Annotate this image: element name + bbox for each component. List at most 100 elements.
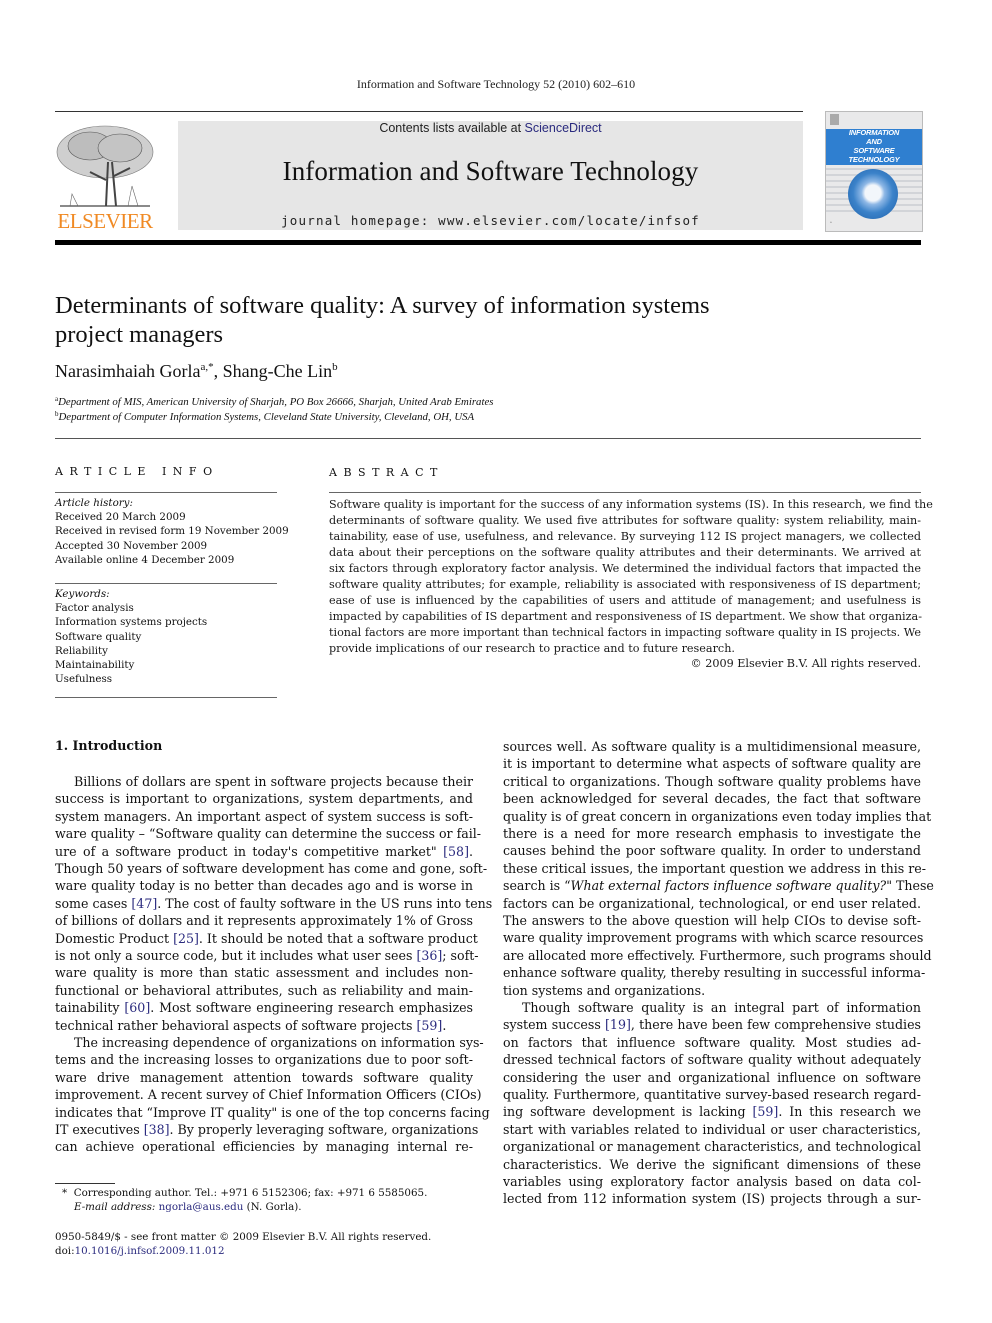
body-text-line: start with variables related to individu… bbox=[503, 1121, 921, 1138]
citation-link[interactable]: [38] bbox=[144, 1122, 170, 1137]
author-name[interactable]: Shang-Che Lin bbox=[223, 361, 333, 381]
citation-link[interactable]: [47] bbox=[131, 896, 157, 911]
body-text: variables using exploratory factor analy… bbox=[503, 1174, 921, 1189]
body-text-line: variables using exploratory factor analy… bbox=[503, 1173, 921, 1190]
keyword: Maintainability bbox=[55, 659, 135, 672]
body-text-line: tems and the increasing losses to organi… bbox=[55, 1051, 473, 1068]
body-text: quality is of great concern in organizat… bbox=[503, 808, 932, 824]
body-text-line: is not only a source code, but it includ… bbox=[55, 947, 479, 964]
article-info-bottom-rule bbox=[55, 697, 277, 698]
body-text-line: technical rather behavioral aspects of s… bbox=[55, 1017, 473, 1034]
email-suffix: (N. Gorla). bbox=[243, 1201, 302, 1213]
body-text: system managers. An important aspect of … bbox=[55, 808, 473, 824]
body-text: The increasing dependence of organizatio… bbox=[74, 1035, 484, 1050]
abstract-line: software quality attributes; for example… bbox=[329, 578, 921, 591]
body-text-line: can achieve operational efficiencies by … bbox=[55, 1138, 473, 1155]
email-label: E-mail address: bbox=[74, 1201, 156, 1213]
contents-line: Contents lists available at ScienceDirec… bbox=[178, 121, 803, 135]
body-text: ing software development is lacking bbox=[503, 1104, 753, 1120]
body-text: indicates that “Improve IT quality" is o… bbox=[55, 1104, 490, 1120]
body-text: Though 50 years of software development … bbox=[55, 861, 488, 876]
journal-cover-thumbnail[interactable]: INFORMATION AND SOFTWARE TECHNOLOGY ▫ bbox=[825, 111, 923, 232]
body-text: considering the user and organizational … bbox=[503, 1069, 921, 1085]
author-name[interactable]: Narasimhaiah Gorla bbox=[55, 361, 200, 381]
abstract-line: ease of use is influenced by the capabil… bbox=[329, 594, 921, 607]
article-title: Determinants of software quality: A surv… bbox=[55, 291, 815, 349]
body-text-line: Though software quality is an integral p… bbox=[503, 999, 921, 1016]
body-text: The answers to the above question will h… bbox=[503, 913, 921, 928]
elsevier-logo[interactable]: ELSEVIER bbox=[50, 122, 160, 233]
history-item: Received in revised form 19 November 200… bbox=[55, 525, 289, 538]
body-text: . bbox=[468, 843, 473, 859]
affiliation: aDepartment of MIS, American University … bbox=[55, 395, 493, 408]
body-text: system success bbox=[503, 1017, 606, 1033]
citation-link[interactable]: [36] bbox=[416, 948, 442, 963]
cover-publisher-mark: ▫ bbox=[830, 220, 832, 226]
body-text-line: been acknowledged for several decades, t… bbox=[503, 790, 921, 807]
sciencedirect-link[interactable]: ScienceDirect bbox=[525, 121, 602, 135]
abstract-line: Software quality is important for the su… bbox=[329, 498, 933, 511]
abstract-line: impacted by capabilities of IS departmen… bbox=[329, 610, 922, 623]
author-separator: , bbox=[213, 361, 223, 381]
citation-link[interactable]: [25] bbox=[173, 931, 199, 946]
body-text: success is important to organizations, s… bbox=[55, 791, 473, 807]
body-text: . Most software engineering research emp… bbox=[150, 1000, 473, 1016]
article-info-heading: ARTICLE INFO bbox=[55, 465, 219, 478]
body-text-line: Billions of dollars are spent in softwar… bbox=[55, 773, 473, 790]
footnote-rule bbox=[55, 1183, 115, 1184]
body-text: is not only a source code, but it includ… bbox=[55, 948, 417, 963]
body-text: " These bbox=[886, 878, 934, 894]
emphasized-question: What external factors influence software… bbox=[570, 878, 887, 894]
citation-link[interactable]: [19] bbox=[605, 1017, 631, 1032]
body-text: quality. Furthermore, quantitative surve… bbox=[503, 1087, 921, 1102]
cover-globe-icon bbox=[848, 169, 898, 219]
body-text-line: these critical issues, the important que… bbox=[503, 860, 926, 877]
citation-link[interactable]: [58] bbox=[443, 844, 469, 859]
article-history: Article history: Received 20 March 2009 … bbox=[55, 496, 295, 567]
body-text: . The cost of faulty software in the US … bbox=[157, 895, 493, 911]
section-heading-introduction: 1. Introduction bbox=[55, 738, 163, 753]
abstract-line: tional factors are more important than t… bbox=[329, 626, 921, 639]
body-text-line: ware quality improvement programs with w… bbox=[503, 929, 923, 946]
body-text: Domestic Product bbox=[55, 930, 174, 946]
body-text-line: tion systems and organizations. bbox=[503, 982, 921, 999]
keywords-label: Keywords: bbox=[55, 588, 110, 600]
body-text-line: critical to organizations. Though softwa… bbox=[503, 773, 921, 790]
body-text: factors can be organizational, technolog… bbox=[503, 895, 921, 911]
body-text: technical rather behavioral aspects of s… bbox=[55, 1017, 417, 1033]
body-text: these critical issues, the important que… bbox=[503, 860, 926, 876]
body-text-line: it is important to determine what aspect… bbox=[503, 755, 921, 772]
citation-link[interactable]: [59] bbox=[752, 1104, 778, 1119]
body-text: lected from 112 information system (IS) … bbox=[503, 1191, 921, 1207]
article-title-line: project managers bbox=[55, 321, 224, 348]
history-item: Received 20 March 2009 bbox=[55, 511, 186, 524]
citation-link[interactable]: [60] bbox=[124, 1000, 150, 1015]
body-text-line: system managers. An important aspect of … bbox=[55, 808, 473, 825]
keyword: Information systems projects bbox=[55, 616, 208, 629]
body-text-line: Domestic Product [25]. It should be note… bbox=[55, 930, 478, 947]
journal-homepage-link[interactable]: journal homepage: www.elsevier.com/locat… bbox=[178, 213, 803, 228]
body-text: can achieve operational efficiencies by … bbox=[55, 1139, 473, 1155]
body-text-line: organizational or management characteris… bbox=[503, 1138, 921, 1155]
email-link[interactable]: ngorla@aus.edu bbox=[159, 1201, 244, 1213]
body-text: some cases bbox=[55, 895, 132, 911]
body-text: sources well. As software quality is a m… bbox=[503, 739, 921, 754]
body-text-line: system success [19], there have been few… bbox=[503, 1016, 921, 1033]
abstract-line: tainability, ease of use, usefulness, an… bbox=[329, 530, 921, 543]
body-text: functional or behavioral attributes, suc… bbox=[55, 982, 473, 998]
body-text-line: functional or behavioral attributes, suc… bbox=[55, 982, 473, 999]
body-text: dressed technical factors of software qu… bbox=[503, 1052, 921, 1068]
keywords-rule bbox=[55, 583, 277, 584]
body-text-line: causes behind the poor software quality.… bbox=[503, 842, 921, 859]
author-affil-marker[interactable]: b bbox=[332, 361, 338, 373]
body-text-line: quality is of great concern in organizat… bbox=[503, 808, 931, 825]
author-affil-marker[interactable]: a,* bbox=[200, 361, 213, 373]
abstract-line: provide implications of our research to … bbox=[329, 642, 735, 655]
citation-link[interactable]: [59] bbox=[416, 1018, 442, 1033]
body-text: ware quality is more than static assessm… bbox=[55, 965, 473, 981]
email-footnote: E-mail address: ngorla@aus.edu (N. Gorla… bbox=[74, 1200, 494, 1214]
doi-link[interactable]: 10.1016/j.infsof.2009.11.012 bbox=[75, 1245, 225, 1257]
body-text: . In this research we bbox=[778, 1104, 921, 1120]
front-matter-notice: 0950-5849/$ - see front matter © 2009 El… bbox=[55, 1231, 432, 1243]
body-text-line: success is important to organizations, s… bbox=[55, 790, 473, 807]
